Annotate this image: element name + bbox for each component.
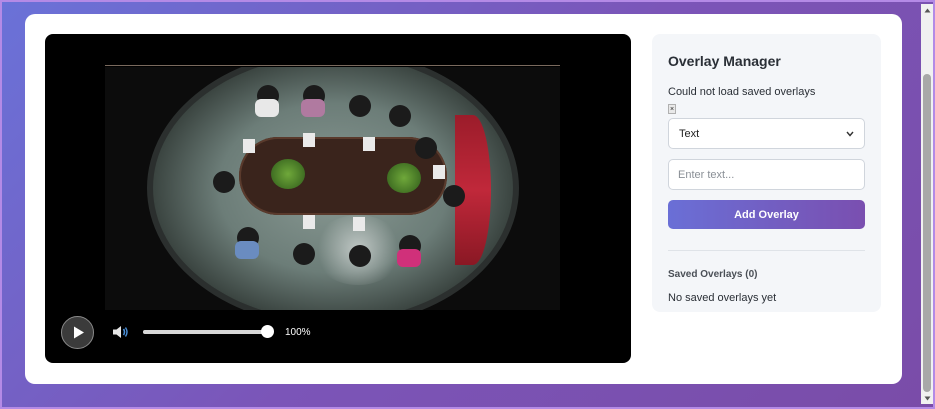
paper xyxy=(363,137,375,151)
person xyxy=(389,105,411,127)
plant xyxy=(271,159,305,189)
overlay-text-placeholder: Enter text... xyxy=(678,168,735,181)
volume-thumb[interactable] xyxy=(261,325,274,338)
add-overlay-button[interactable]: Add Overlay xyxy=(668,200,865,229)
overlay-type-value: Text xyxy=(679,127,700,140)
scrollbar-thumb[interactable] xyxy=(923,74,931,392)
person-shirt xyxy=(235,241,259,259)
paper xyxy=(243,139,255,153)
person xyxy=(443,185,465,207)
manager-title: Overlay Manager xyxy=(668,53,781,69)
play-icon xyxy=(73,326,84,338)
person-shirt xyxy=(255,99,279,117)
saved-overlays-empty: No saved overlays yet xyxy=(668,292,777,304)
chevron-down-icon xyxy=(846,131,854,137)
overlay-text-input[interactable]: Enter text... xyxy=(668,159,865,190)
volume-label: 100% xyxy=(285,326,311,338)
person xyxy=(415,137,437,159)
volume-slider[interactable] xyxy=(143,325,274,338)
video-top-line xyxy=(105,65,560,66)
video-frame[interactable] xyxy=(105,67,560,310)
overlay-manager: Overlay Manager Could not load saved ove… xyxy=(652,34,881,312)
person xyxy=(213,171,235,193)
volume-fill xyxy=(143,330,267,334)
close-error-button[interactable]: × xyxy=(668,104,676,114)
person-shirt xyxy=(301,99,325,117)
person xyxy=(349,245,371,267)
play-button[interactable] xyxy=(61,315,94,349)
volume-icon[interactable] xyxy=(112,324,130,340)
plant xyxy=(387,163,421,193)
scroll-up-arrow[interactable] xyxy=(921,4,933,16)
page-scrollbar[interactable] xyxy=(921,4,933,404)
person-shirt xyxy=(397,249,421,267)
overlay-type-select[interactable]: Text xyxy=(668,118,865,149)
person xyxy=(293,243,315,265)
error-message: Could not load saved overlays xyxy=(668,86,816,98)
scroll-down-arrow[interactable] xyxy=(921,392,933,404)
paper xyxy=(303,133,315,147)
paper xyxy=(433,165,445,179)
person xyxy=(349,95,371,117)
paper xyxy=(303,215,315,229)
video-player: 100% xyxy=(45,34,631,363)
saved-overlays-title: Saved Overlays (0) xyxy=(668,269,758,280)
player-controls: 100% xyxy=(61,315,361,349)
paper xyxy=(353,217,365,231)
app-card: 100% Overlay Manager Could not load save… xyxy=(25,14,902,384)
fisheye-view xyxy=(147,67,519,310)
divider xyxy=(668,250,865,251)
